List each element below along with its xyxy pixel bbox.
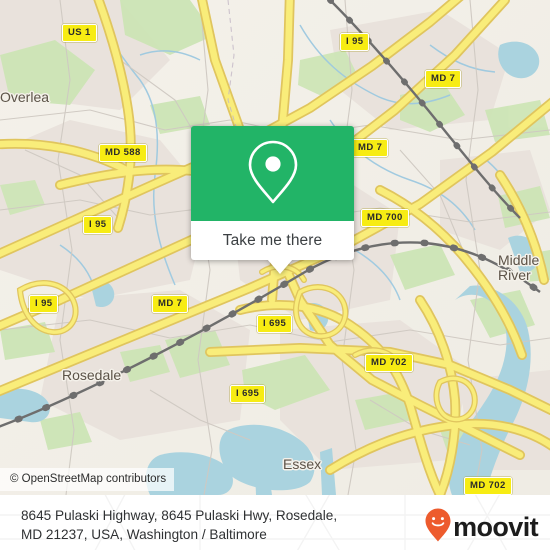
- road-shield: MD 702: [365, 354, 413, 372]
- popup-tail: [267, 259, 293, 274]
- map-pin-icon: [243, 136, 303, 211]
- osm-attribution[interactable]: © OpenStreetMap contributors: [0, 468, 175, 491]
- place-label: Essex: [283, 456, 322, 472]
- road-shield: I 95: [29, 295, 59, 313]
- road-shield: I 95: [340, 33, 370, 51]
- take-me-there-label: Take me there: [222, 231, 323, 249]
- road-shield: MD 7: [352, 139, 389, 157]
- road-shield: MD 700: [361, 209, 409, 227]
- place-label: Middle River: [498, 252, 540, 283]
- road-shield: MD 702: [464, 477, 512, 495]
- road-shield: MD 7: [152, 295, 189, 313]
- address-text: 8645 Pulaski Highway, 8645 Pulaski Hwy, …: [21, 507, 396, 544]
- place-label: Rosedale: [62, 367, 122, 383]
- footer-bar: 8645 Pulaski Highway, 8645 Pulaski Hwy, …: [0, 495, 550, 550]
- address-line-2: MD 21237, USA, Washington / Baltimore: [21, 526, 267, 542]
- moovit-location-card: US 1 I 95 MD 7 MD 588 MD 7 I 95 MD 700 I…: [0, 0, 550, 550]
- road-shield: MD 588: [99, 144, 147, 162]
- road-shield: I 695: [230, 385, 266, 403]
- road-shield: MD 7: [425, 70, 462, 88]
- road-shield: US 1: [62, 24, 97, 42]
- road-shield: I 695: [257, 315, 293, 333]
- road-shield: I 95: [83, 216, 113, 234]
- moovit-wordmark: moovit: [453, 512, 539, 542]
- take-me-there-popup[interactable]: Take me there: [191, 126, 354, 274]
- map-canvas[interactable]: US 1 I 95 MD 7 MD 588 MD 7 I 95 MD 700 I…: [0, 0, 550, 495]
- moovit-logo[interactable]: moovit: [424, 507, 539, 548]
- address-line-1: 8645 Pulaski Highway, 8645 Pulaski Hwy, …: [21, 508, 338, 523]
- popup-action-bar[interactable]: Take me there: [191, 221, 354, 274]
- moovit-pin-icon: [424, 507, 452, 548]
- popup-icon-area: [191, 126, 354, 221]
- place-label: Overlea: [0, 89, 50, 105]
